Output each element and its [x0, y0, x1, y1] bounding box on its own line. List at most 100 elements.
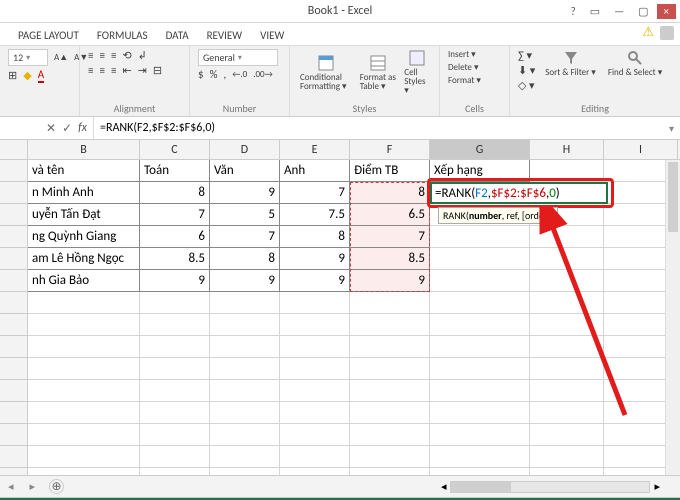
row-header[interactable]	[0, 380, 28, 402]
cell[interactable]: am Lê Hồng Ngọc	[28, 248, 140, 270]
cell[interactable]	[350, 380, 430, 402]
tab-review[interactable]: REVIEW	[205, 26, 245, 45]
cell[interactable]	[140, 446, 210, 468]
cell[interactable]	[430, 402, 530, 424]
cell[interactable]: 6	[140, 226, 210, 248]
cell[interactable]: 9	[280, 270, 350, 292]
scroll-right-icon[interactable]: ▸	[654, 480, 660, 493]
cell[interactable]	[280, 446, 350, 468]
cell[interactable]	[210, 358, 280, 380]
horizontal-scrollbar[interactable]: ◂ ▸	[441, 480, 680, 493]
cell[interactable]: 7	[350, 226, 430, 248]
cell[interactable]	[210, 336, 280, 358]
cell[interactable]	[280, 380, 350, 402]
wrap-text-icon[interactable]: ↲	[138, 49, 147, 62]
decrease-decimal-icon[interactable]: .00→	[253, 69, 273, 80]
format-button[interactable]: Format ▾	[448, 75, 481, 86]
delete-button[interactable]: Delete ▾	[448, 62, 478, 73]
col-header-i[interactable]: I	[604, 140, 678, 159]
cell[interactable]: Văn	[210, 160, 280, 182]
cell[interactable]	[140, 402, 210, 424]
cell[interactable]	[28, 402, 140, 424]
cell[interactable]	[28, 468, 140, 476]
comma-icon[interactable]: ,	[223, 68, 226, 81]
insert-button[interactable]: Insert ▾	[448, 49, 476, 60]
autosum-button[interactable]: ∑ ▾	[518, 49, 535, 62]
cell[interactable]: và tên	[28, 160, 140, 182]
new-sheet-button[interactable]: ⊕	[49, 479, 64, 494]
font-size-select[interactable]: 12▾	[8, 49, 48, 66]
cell[interactable]	[350, 424, 430, 446]
tab-page-layout[interactable]: PAGE LAYOUT	[16, 26, 81, 45]
cell[interactable]: 8	[210, 248, 280, 270]
col-header-g[interactable]: G	[430, 140, 530, 159]
cancel-formula-icon[interactable]: ✕	[46, 121, 56, 136]
cell[interactable]	[350, 292, 430, 314]
merge-icon[interactable]: ⊟	[153, 64, 162, 77]
cell[interactable]	[140, 292, 210, 314]
cell[interactable]: Xếp hạng	[430, 160, 530, 182]
col-header-d[interactable]: D	[210, 140, 280, 159]
cell[interactable]	[210, 402, 280, 424]
cell[interactable]	[430, 314, 530, 336]
cell[interactable]	[350, 468, 430, 476]
cell[interactable]	[140, 314, 210, 336]
cell[interactable]	[430, 380, 530, 402]
cell[interactable]	[280, 336, 350, 358]
cell[interactable]: nh Gia Bảo	[28, 270, 140, 292]
cell[interactable]	[350, 358, 430, 380]
cell[interactable]	[210, 292, 280, 314]
enter-formula-icon[interactable]: ✓	[62, 121, 72, 136]
cell[interactable]	[28, 314, 140, 336]
cell[interactable]	[280, 402, 350, 424]
cell[interactable]	[28, 336, 140, 358]
cell[interactable]	[430, 424, 530, 446]
cell[interactable]	[530, 292, 604, 314]
cell[interactable]: 9	[210, 270, 280, 292]
cell[interactable]: 8	[280, 226, 350, 248]
cell[interactable]	[28, 292, 140, 314]
worksheet-grid[interactable]: B C D E F G H I và tên Toán Văn Anh Điểm…	[0, 140, 680, 476]
formula-input[interactable]: =RANK(F2,$F$2:$F$6,0) ▾	[93, 117, 680, 139]
row-header[interactable]	[0, 468, 28, 476]
row-header[interactable]	[0, 358, 28, 380]
cell[interactable]	[280, 358, 350, 380]
cell[interactable]	[28, 446, 140, 468]
cell[interactable]	[210, 424, 280, 446]
cell[interactable]	[530, 402, 604, 424]
cell[interactable]	[280, 468, 350, 476]
row-header[interactable]	[0, 424, 28, 446]
cell[interactable]: 8	[140, 182, 210, 204]
select-all-corner[interactable]	[0, 140, 28, 159]
cell[interactable]	[530, 314, 604, 336]
cell[interactable]	[530, 380, 604, 402]
cell[interactable]: 7	[280, 182, 350, 204]
percent-icon[interactable]: %	[210, 68, 218, 81]
cell[interactable]	[28, 358, 140, 380]
cell[interactable]: 7	[140, 204, 210, 226]
orientation-icon[interactable]: ⟲	[122, 49, 131, 62]
row-header[interactable]	[0, 446, 28, 468]
col-header-f[interactable]: F	[350, 140, 430, 159]
active-cell[interactable]: =RANK(F2,$F$2:$F$6,0)	[430, 182, 608, 204]
tab-view[interactable]: VIEW	[258, 26, 286, 45]
row-header[interactable]	[0, 270, 28, 292]
row-header[interactable]	[0, 402, 28, 424]
cell[interactable]: 9	[350, 270, 430, 292]
sort-filter-button[interactable]: Sort & Filter ▾	[543, 49, 598, 77]
tab-formulas[interactable]: FORMULAS	[95, 26, 150, 45]
row-header[interactable]	[0, 226, 28, 248]
cell[interactable]	[430, 226, 530, 248]
help-icon[interactable]: ?	[565, 5, 582, 18]
cell[interactable]	[210, 468, 280, 476]
close-icon[interactable]: ×	[657, 4, 676, 19]
decrease-indent-icon[interactable]: ⇤	[122, 64, 131, 77]
cell[interactable]	[280, 424, 350, 446]
cell[interactable]: 7.5	[280, 204, 350, 226]
row-header[interactable]	[0, 182, 28, 204]
cell[interactable]: 7	[210, 226, 280, 248]
cell[interactable]: 6.5	[350, 204, 430, 226]
cell[interactable]	[530, 446, 604, 468]
accounting-icon[interactable]: $	[198, 68, 204, 81]
find-select-button[interactable]: Find & Select ▾	[606, 49, 664, 77]
